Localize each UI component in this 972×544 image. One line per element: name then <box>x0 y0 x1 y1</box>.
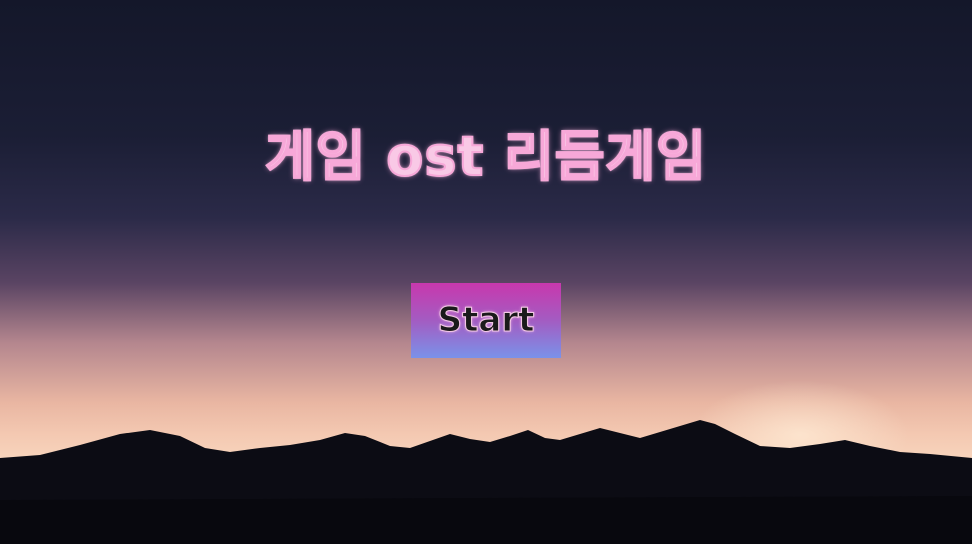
start-button[interactable]: Start <box>411 283 561 358</box>
title-screen: 게임 ost 리듬게임 Start <box>0 0 972 544</box>
game-title: 게임 ost 리듬게임 <box>264 124 707 189</box>
mountain-silhouette <box>0 420 972 544</box>
start-button-label: Start <box>437 300 535 341</box>
